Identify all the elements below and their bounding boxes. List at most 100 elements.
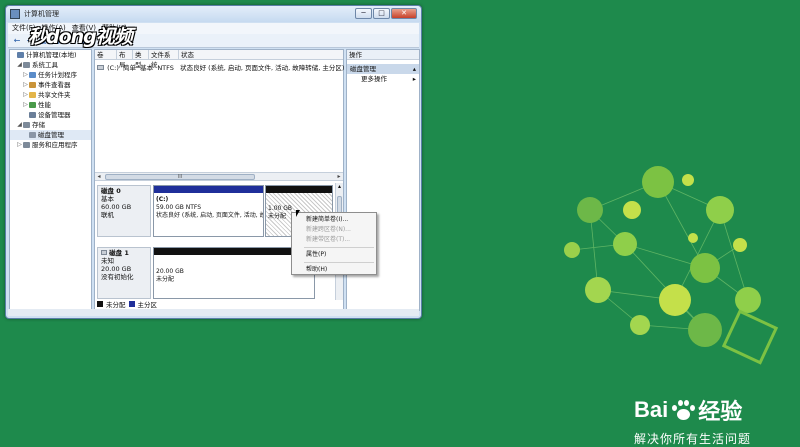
window-title: 计算机管理 bbox=[24, 10, 59, 18]
volume-row-c[interactable]: (C:) 简单 基本 NTFS 状态良好 (系统, 启动, 页面文件, 活动, … bbox=[97, 62, 344, 72]
brand-name-left: Bai bbox=[634, 397, 669, 422]
context-menu-item[interactable]: 属性(P) bbox=[292, 250, 376, 260]
bulb-base bbox=[721, 309, 779, 365]
legend-primary: 主分区 bbox=[137, 301, 158, 309]
column-layout[interactable]: 布局 bbox=[117, 50, 133, 69]
tree-item[interactable]: ◢ 系统工具 bbox=[10, 60, 91, 70]
actions-header: 操作 bbox=[347, 50, 419, 60]
partition-c-title: (C:) bbox=[156, 196, 169, 203]
volume-filesystem: NTFS bbox=[157, 64, 174, 72]
back-arrow-icon[interactable]: ← bbox=[12, 36, 22, 45]
expand-toggle-icon[interactable]: ▷ bbox=[16, 140, 23, 150]
column-type[interactable]: 类型 bbox=[133, 50, 149, 69]
bulb-node bbox=[688, 233, 698, 243]
partition-c-size: 59.00 GB NTFS bbox=[156, 204, 202, 211]
brand-name-right: 经验 bbox=[698, 399, 743, 424]
bulb-node bbox=[733, 238, 747, 252]
bulb-node bbox=[706, 196, 734, 224]
partition-c[interactable]: (C:) 59.00 GB NTFS 状态良好 (系统, 启动, 页面文件, 活… bbox=[153, 185, 264, 237]
tree-item[interactable]: 计算机管理(本地) bbox=[10, 50, 91, 60]
scroll-left-icon[interactable]: ◂ bbox=[95, 173, 103, 180]
disk-0-label[interactable]: 磁盘 0 基本 60.00 GB 联机 bbox=[97, 185, 151, 237]
disk-context-menu: 新建简单卷(I)... 新建跨区卷(N)... 新建带区卷(T)... 属性(P) 帮助… bbox=[291, 212, 377, 275]
tree-item-label: 存储 bbox=[32, 121, 45, 129]
partition-c-status: 状态良好 (系统, 启动, 页面文件, 活动, 故障转储, 主分区) bbox=[156, 212, 263, 219]
tree-item-label: 服务和应用程序 bbox=[32, 141, 78, 149]
scroll-up-icon[interactable]: ▴ bbox=[336, 183, 343, 190]
maximize-button[interactable]: □ bbox=[373, 8, 390, 19]
tree-node-icon bbox=[29, 112, 36, 118]
lightbulb-network-illustration bbox=[564, 166, 779, 365]
context-menu-item: 新建跨区卷(N)... bbox=[306, 226, 351, 233]
volume-status: 状态良好 (系统, 启动, 页面文件, 活动, 故障转储, 主分区) bbox=[180, 64, 345, 72]
expand-toggle-icon[interactable]: ▷ bbox=[22, 100, 29, 110]
disk-1-label[interactable]: 磁盘 1 未知 20.00 GB 没有初始化 bbox=[97, 247, 151, 299]
tree-node-icon bbox=[29, 72, 36, 78]
bulb-node bbox=[613, 232, 637, 256]
expand-toggle-icon[interactable]: ▷ bbox=[22, 80, 29, 90]
expand-toggle-icon[interactable]: ▷ bbox=[22, 90, 29, 100]
volume-name: (C:) bbox=[107, 64, 119, 72]
expand-toggle-icon[interactable]: ▷ bbox=[22, 70, 29, 80]
legend-unallocated: 未分配 bbox=[106, 301, 126, 309]
tree-item[interactable]: ▷ 共享文件夹 bbox=[10, 90, 91, 100]
tree-node-icon bbox=[17, 52, 24, 58]
minimize-button[interactable]: ─ bbox=[355, 8, 372, 19]
disk-0-status: 联机 bbox=[101, 211, 114, 219]
collapse-up-icon[interactable]: ▴ bbox=[413, 64, 416, 74]
context-menu-item[interactable]: 新建简单卷(I)... bbox=[292, 215, 376, 225]
title-bar[interactable]: 计算机管理 ─ □ ✕ bbox=[6, 6, 421, 22]
menu-separator bbox=[304, 262, 374, 263]
bulb-node bbox=[623, 201, 641, 219]
tree-item[interactable]: ▷ 性能 bbox=[10, 100, 91, 110]
legend-swatch-unallocated bbox=[97, 301, 103, 307]
tree-item-label: 共享文件夹 bbox=[38, 91, 71, 99]
bulb-node bbox=[642, 166, 674, 198]
tree-item-label: 系统工具 bbox=[32, 61, 58, 69]
volume-type: 基本 bbox=[140, 64, 154, 72]
computer-management-icon bbox=[10, 9, 20, 19]
status-bar bbox=[8, 309, 419, 316]
mouse-cursor-icon bbox=[296, 210, 300, 217]
tree-item[interactable]: ▷ 任务计划程序 bbox=[10, 70, 91, 80]
disk-icon bbox=[97, 65, 104, 70]
disk-1-icon bbox=[101, 250, 107, 255]
unallocated-bar bbox=[154, 248, 314, 255]
baidu-paw-icon bbox=[670, 399, 696, 421]
volume-list-header: 卷 布局 类型 文件系统 状态 bbox=[95, 50, 343, 69]
tree-item-label: 性能 bbox=[38, 101, 51, 109]
scroll-right-icon[interactable]: ▸ bbox=[335, 173, 343, 180]
close-button[interactable]: ✕ bbox=[391, 8, 417, 19]
tree-item[interactable]: 磁盘管理 bbox=[10, 130, 91, 140]
tree-node-icon bbox=[23, 122, 30, 128]
column-filesystem[interactable]: 文件系统 bbox=[149, 50, 179, 69]
tree-item[interactable]: 设备管理器 bbox=[10, 110, 91, 120]
expand-toggle-icon[interactable]: ◢ bbox=[16, 60, 23, 70]
tree-node-icon bbox=[29, 132, 36, 138]
unallocated-bar bbox=[266, 186, 332, 193]
column-status[interactable]: 状态 bbox=[179, 50, 343, 59]
tree-item[interactable]: ▷ 服务和应用程序 bbox=[10, 140, 91, 150]
disk-0-size: 60.00 GB bbox=[101, 203, 132, 211]
expand-toggle-icon[interactable]: ◢ bbox=[16, 120, 23, 130]
console-tree: 计算机管理(本地) ◢ 系统工具 ▷ 任务计划程序 ▷ 事件查看器 ▷ 共享文件夹 ▷ 性能 设备管理… bbox=[9, 49, 92, 311]
volume-layout: 简单 bbox=[123, 64, 137, 72]
context-menu-item[interactable]: 帮助(H) bbox=[292, 265, 376, 275]
more-actions-item[interactable]: 更多操作 ▸ bbox=[347, 74, 419, 85]
tree-node-icon bbox=[23, 62, 30, 68]
column-volume[interactable]: 卷 bbox=[95, 50, 117, 59]
legend-swatch-primary bbox=[128, 301, 135, 307]
actions-section-disk-management[interactable]: 磁盘管理 ▴ bbox=[347, 64, 419, 74]
tree-item-label: 任务计划程序 bbox=[38, 71, 77, 79]
unallocated-1-status: 未分配 bbox=[156, 276, 175, 283]
bulb-node bbox=[735, 287, 761, 313]
bulb-node bbox=[690, 253, 720, 283]
bulb-node bbox=[564, 242, 580, 258]
scroll-thumb[interactable]: III bbox=[105, 174, 255, 180]
disk-1-size: 20.00 GB bbox=[101, 265, 132, 273]
tree-node-icon bbox=[29, 82, 36, 88]
menu-separator bbox=[304, 247, 374, 248]
tree-item[interactable]: ▷ 事件查看器 bbox=[10, 80, 91, 90]
horizontal-scrollbar[interactable]: ◂ III ▸ bbox=[95, 172, 343, 181]
tree-item[interactable]: ◢ 存储 bbox=[10, 120, 91, 130]
